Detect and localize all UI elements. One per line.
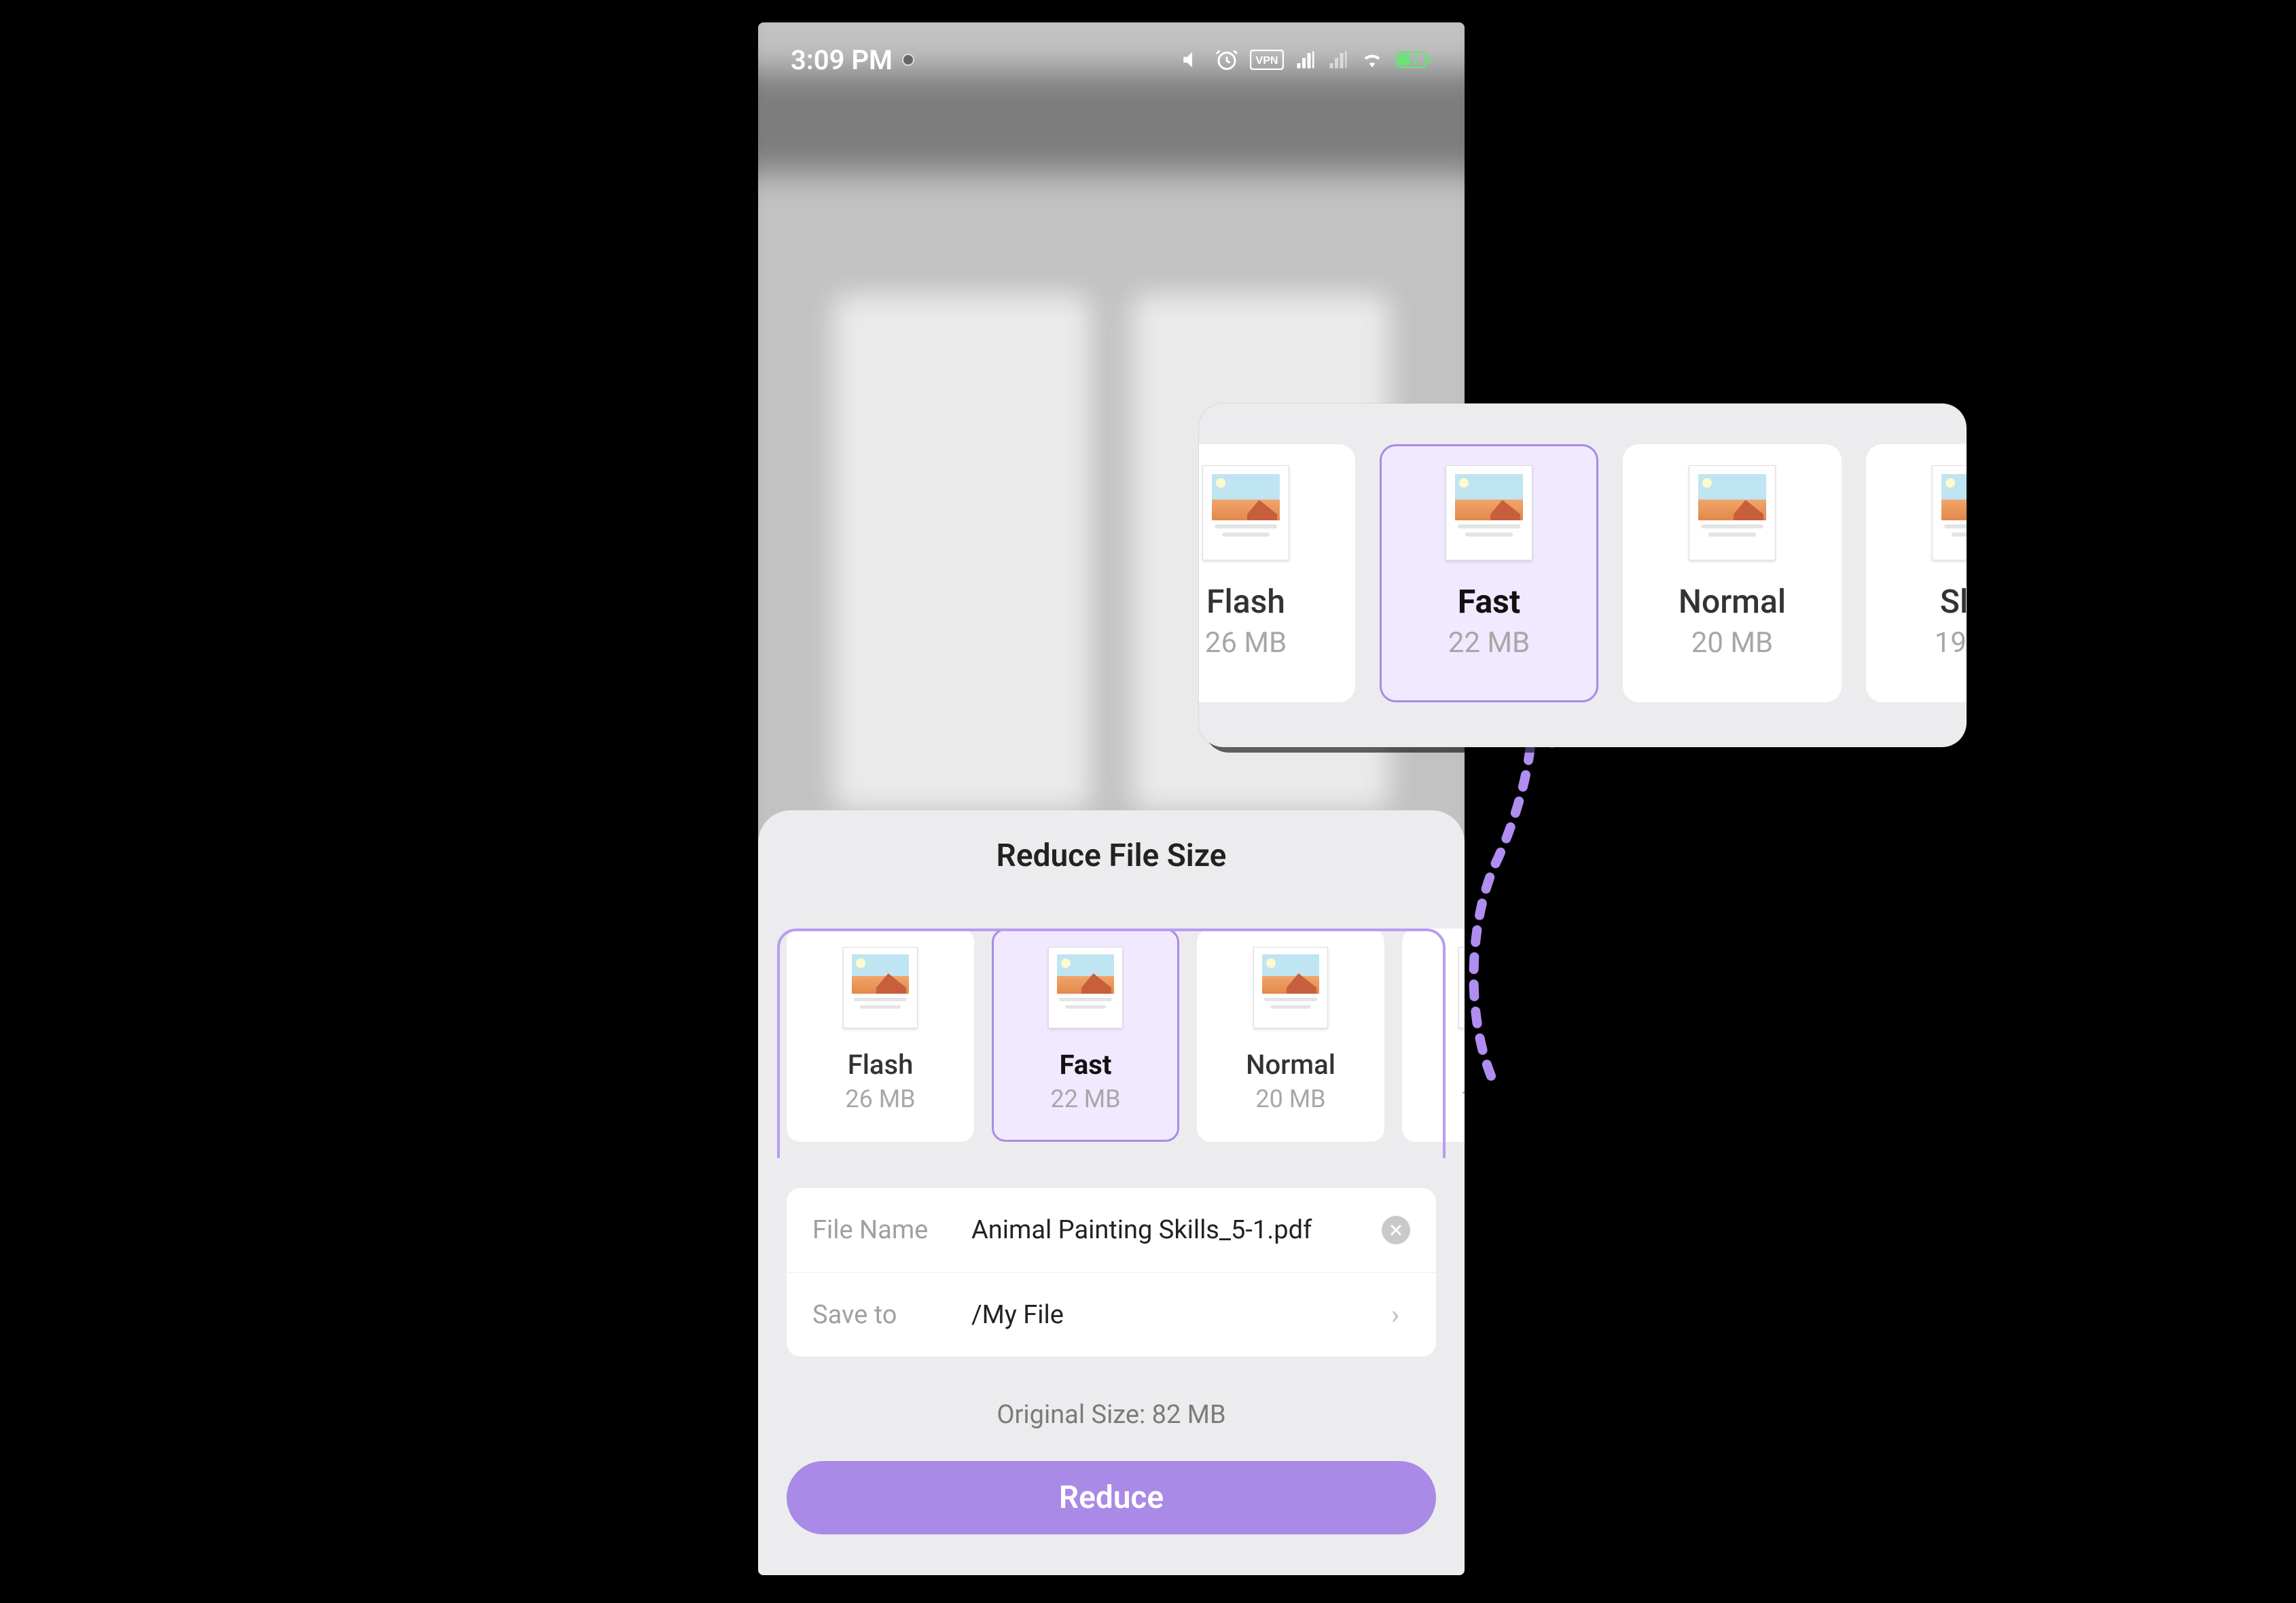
signal-secondary-icon [1327, 50, 1349, 70]
option-label: Normal [1679, 582, 1786, 621]
signal-icon [1295, 50, 1316, 70]
callout-option-flash[interactable]: Flash 26 MB [1199, 444, 1355, 702]
output-settings-panel: File Name Animal Painting Skills_5-1.pdf… [787, 1188, 1436, 1356]
file-name-label: File Name [812, 1215, 946, 1245]
reduce-button[interactable]: Reduce [787, 1461, 1436, 1534]
option-label: Normal [1246, 1049, 1335, 1081]
reduce-file-size-sheet: Reduce File Size Flash 26 MB Fast 22 MB … [758, 810, 1465, 1575]
wifi-icon [1360, 50, 1384, 70]
file-name-row[interactable]: File Name Animal Painting Skills_5-1.pdf [787, 1188, 1436, 1272]
callout-option-fast[interactable]: Fast 22 MB [1380, 444, 1598, 702]
volume-icon [1181, 48, 1204, 71]
option-size: 20 MB [1255, 1085, 1325, 1113]
svg-text:2: 2 [1413, 55, 1418, 66]
compression-option-normal[interactable]: Normal 20 MB [1197, 929, 1384, 1142]
original-size-text: Original Size: 82 MB [758, 1400, 1465, 1430]
compression-options-row: Flash 26 MB Fast 22 MB Normal 20 MB Slow [758, 912, 1465, 1158]
option-size: 19 MB [1460, 1085, 1465, 1113]
compression-option-fast[interactable]: Fast 22 MB [992, 929, 1179, 1142]
close-icon [1389, 1223, 1403, 1237]
compression-option-slow[interactable]: Slow 19 MB [1402, 929, 1465, 1142]
option-size: 19 MB [1935, 626, 1967, 660]
save-to-value: /My File [971, 1300, 1365, 1330]
options-zoom-callout: Flash 26 MB Fast 22 MB Normal 20 MB Slow… [1199, 403, 1967, 747]
option-label: Slow [1940, 582, 1967, 621]
callout-option-normal[interactable]: Normal 20 MB [1623, 444, 1842, 702]
document-thumbnail-icon [1932, 465, 1967, 560]
option-size: 22 MB [1050, 1085, 1120, 1113]
option-label: Flash [848, 1049, 914, 1081]
option-label: Fast [1060, 1049, 1112, 1081]
battery-icon: 2 [1395, 50, 1432, 70]
chevron-right-icon: › [1391, 1299, 1410, 1331]
compression-option-flash[interactable]: Flash 26 MB [787, 929, 974, 1142]
option-label: Flash [1206, 582, 1285, 621]
option-label: Fast [1458, 582, 1520, 621]
document-thumbnail-icon [1048, 947, 1123, 1028]
document-thumbnail-icon [1253, 947, 1328, 1028]
document-thumbnail-icon [1202, 465, 1289, 560]
phone-frame: 3:09 PM VPN [758, 22, 1465, 1575]
option-size: 26 MB [845, 1085, 915, 1113]
callout-option-slow[interactable]: Slow 19 MB [1866, 444, 1967, 702]
document-thumbnail-icon [1689, 465, 1776, 560]
svg-text:VPN: VPN [1256, 55, 1278, 67]
status-time: 3:09 PM [791, 44, 893, 76]
document-thumbnail-icon [1458, 947, 1465, 1028]
option-size: 20 MB [1691, 626, 1773, 660]
vpn-icon: VPN [1250, 50, 1284, 70]
status-indicator-icon [902, 54, 914, 66]
option-size: 26 MB [1205, 626, 1287, 660]
save-to-row[interactable]: Save to /My File › [787, 1272, 1436, 1356]
document-thumbnail-icon [843, 947, 918, 1028]
status-bar: 3:09 PM VPN [758, 22, 1465, 97]
sheet-title: Reduce File Size [758, 837, 1465, 874]
option-size: 22 MB [1448, 626, 1530, 660]
save-to-label: Save to [812, 1300, 946, 1330]
alarm-icon [1215, 48, 1239, 72]
clear-file-name-button[interactable] [1382, 1216, 1410, 1244]
annotation-arrow-icon [1450, 709, 1559, 1089]
document-thumbnail-icon [1446, 465, 1532, 560]
file-name-value[interactable]: Animal Painting Skills_5-1.pdf [971, 1215, 1356, 1245]
